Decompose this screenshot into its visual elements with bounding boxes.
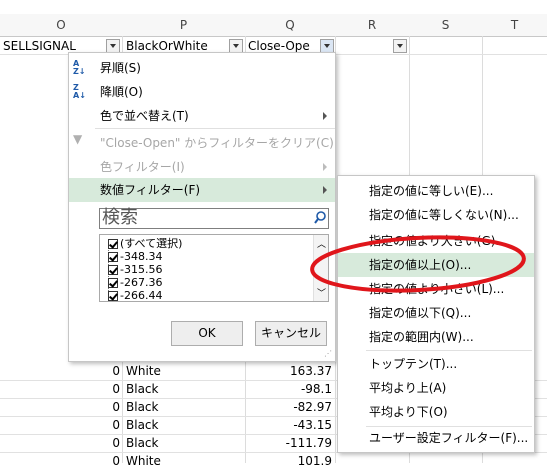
- table-cell[interactable]: -98.1: [250, 380, 332, 398]
- chevron-up-icon[interactable]: ︿: [317, 237, 326, 250]
- menu-item-label: 色フィルター(I): [100, 160, 185, 174]
- list-item-select-all[interactable]: (すべて選択): [108, 237, 182, 251]
- sort-descending-icon: Z A↓: [73, 83, 86, 100]
- menu-item-label: 色で並べ替え(T): [100, 109, 189, 123]
- submenu-arrow-icon: [323, 112, 327, 120]
- search-icon: [314, 211, 326, 224]
- menu-item-sort-descending[interactable]: Z A↓ 降順(O): [69, 80, 335, 104]
- list-item[interactable]: -348.34: [108, 250, 162, 264]
- submenu-item-less-or-equal[interactable]: 指定の値以下(Q)...: [338, 301, 534, 325]
- submenu-arrow-icon: [323, 186, 327, 194]
- number-filter-submenu: 指定の値に等しい(E)... 指定の値に等しくない(N)... 指定の値より大き…: [337, 175, 535, 453]
- checkbox[interactable]: [108, 278, 118, 288]
- table-cell[interactable]: Black: [126, 434, 158, 452]
- submenu-item-above-average[interactable]: 平均より上(A): [338, 376, 534, 400]
- list-scrollbar[interactable]: ︿ ﹀: [313, 235, 328, 301]
- table-cell[interactable]: White: [126, 452, 161, 470]
- list-item[interactable]: -315.56: [108, 263, 162, 277]
- table-cell[interactable]: Black: [126, 416, 158, 434]
- menu-item-sort-by-color[interactable]: 色で並べ替え(T): [69, 104, 335, 128]
- submenu-arrow-icon: [323, 163, 327, 171]
- list-item[interactable]: -267.36: [108, 276, 162, 290]
- menu-item-label: 昇順(S): [100, 61, 141, 75]
- submenu-separator: [366, 350, 532, 351]
- table-cell[interactable]: Black: [126, 398, 158, 416]
- column-header-p[interactable]: P: [122, 14, 246, 37]
- submenu-item-equals[interactable]: 指定の値に等しい(E)...: [338, 179, 534, 203]
- filter-dropdown-sellsignal[interactable]: [106, 39, 120, 53]
- table-cell[interactable]: 101.9: [250, 452, 332, 470]
- checkbox[interactable]: [108, 265, 118, 275]
- table-cell[interactable]: -111.79: [250, 434, 332, 452]
- table-cell[interactable]: 0: [100, 416, 120, 434]
- table-cell[interactable]: 0: [100, 362, 120, 380]
- table-cell[interactable]: 0: [100, 434, 120, 452]
- header-cell-sellsignal[interactable]: SELLSIGNAL: [3, 37, 76, 55]
- submenu-item-below-average[interactable]: 平均より下(O): [338, 400, 534, 424]
- table-cell[interactable]: -43.15: [250, 416, 332, 434]
- menu-separator: [95, 128, 335, 129]
- sort-ascending-icon: A Z↓: [73, 59, 86, 76]
- submenu-item-greater-or-equal[interactable]: 指定の値以上(O)...: [338, 253, 534, 277]
- table-cell[interactable]: 0: [100, 398, 120, 416]
- chevron-down-icon[interactable]: ﹀: [317, 286, 326, 299]
- menu-item-sort-ascending[interactable]: A Z↓ 昇順(S): [69, 56, 335, 80]
- menu-item-clear-filter[interactable]: ▼ "Close-Open" からフィルターをクリア(C): [69, 131, 335, 155]
- search-placeholder: 検索: [102, 207, 138, 228]
- checkbox[interactable]: [108, 239, 118, 249]
- menu-item-label: 数値フィルター(F): [100, 183, 201, 197]
- table-cell[interactable]: 0: [100, 452, 120, 470]
- submenu-item-greater-than[interactable]: 指定の値より大きい(G)...: [338, 229, 534, 253]
- menu-item-number-filter[interactable]: 数値フィルター(F): [69, 178, 335, 202]
- submenu-item-not-equals[interactable]: 指定の値に等しくない(N)...: [338, 203, 534, 227]
- column-header-q[interactable]: Q: [245, 14, 336, 37]
- filter-dropdown-blackorwhite[interactable]: [229, 39, 243, 53]
- table-cell[interactable]: 0: [100, 380, 120, 398]
- table-cell[interactable]: -82.97: [250, 398, 332, 416]
- table-cell[interactable]: Black: [126, 380, 158, 398]
- table-cell[interactable]: White: [126, 362, 161, 380]
- checkbox[interactable]: [108, 291, 118, 301]
- menu-item-label: 降順(O): [100, 85, 143, 99]
- column-header-s[interactable]: S: [409, 14, 483, 37]
- column-header-o[interactable]: O: [0, 14, 123, 37]
- resize-grip-icon[interactable]: ⋰: [324, 350, 332, 358]
- filter-dropdown-close-open[interactable]: [320, 39, 334, 53]
- cancel-button[interactable]: キャンセル: [255, 321, 327, 346]
- filter-value-list[interactable]: (すべて選択) -348.34 -315.56 -267.36 -266.44 …: [99, 234, 329, 302]
- submenu-item-custom-filter[interactable]: ユーザー設定フィルター(F)...: [338, 426, 534, 450]
- ok-button[interactable]: OK: [171, 321, 243, 346]
- filter-search-field[interactable]: 検索: [99, 207, 329, 229]
- submenu-item-top-ten[interactable]: トップテン(T)...: [338, 352, 534, 376]
- clear-filter-icon: ▼: [73, 132, 83, 146]
- list-item[interactable]: -266.44: [108, 289, 162, 301]
- filter-dropdown-r[interactable]: [393, 39, 407, 53]
- submenu-item-less-than[interactable]: 指定の値より小さい(L)...: [338, 277, 534, 301]
- column-header-r[interactable]: R: [335, 14, 410, 37]
- autofilter-menu: A Z↓ 昇順(S) Z A↓ 降順(O) 色で並べ替え(T) ▼ "Close-O…: [68, 52, 336, 362]
- menu-item-label: "Close-Open" からフィルターをクリア(C): [100, 136, 334, 150]
- submenu-item-between[interactable]: 指定の範囲内(W)...: [338, 325, 534, 349]
- table-cell[interactable]: 163.37: [250, 362, 332, 380]
- checkbox[interactable]: [108, 252, 118, 262]
- menu-item-color-filter[interactable]: 色フィルター(I): [69, 155, 335, 179]
- column-header-t[interactable]: T: [482, 14, 547, 37]
- column-header-bar: O P Q R S T: [0, 0, 547, 37]
